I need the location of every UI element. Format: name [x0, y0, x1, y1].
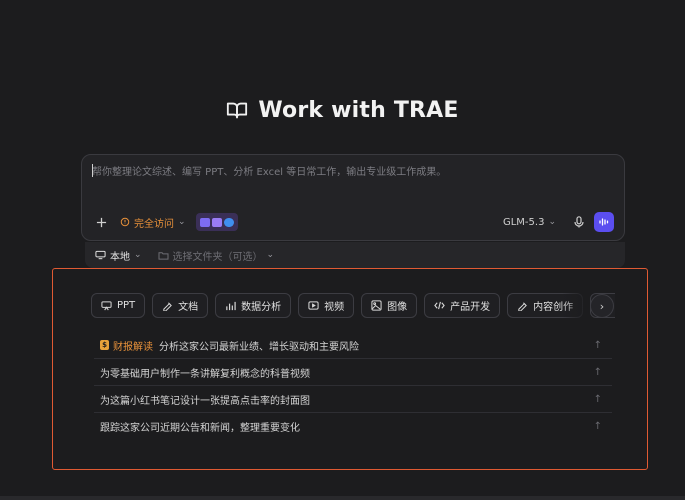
plus-icon — [96, 217, 106, 227]
send-button[interactable] — [594, 212, 614, 232]
chip-data-analysis[interactable]: 数据分析 — [215, 293, 292, 318]
text-caret — [92, 164, 93, 177]
finance-report-icon: $ — [100, 340, 109, 350]
model-label: GLM-5.3 — [502, 216, 545, 228]
add-attachment-button[interactable] — [92, 213, 110, 231]
suggestion-item[interactable]: 为这篇小红书笔记设计一张提高点击率的封面图 ↑ — [94, 386, 612, 413]
globe-icon — [223, 217, 234, 227]
local-mode-button[interactable]: 本地 ⌄ — [95, 248, 142, 263]
suggestion-item[interactable]: 跟踪这家公司近期公告和新闻，整理重要变化 ↑ — [94, 413, 612, 440]
hero: Work with TRAE — [0, 94, 685, 126]
book-open-icon — [227, 102, 248, 119]
microphone-button[interactable] — [572, 215, 586, 229]
composer: 完全访问 ⌄ GLM-5.3 ⌄ — [81, 154, 625, 241]
bar-chart-icon — [226, 301, 236, 311]
chevron-down-icon: ⌄ — [134, 250, 142, 260]
select-folder-button[interactable]: 选择文件夹（可选） ⌄ — [158, 248, 275, 263]
pen-icon — [518, 302, 528, 311]
category-chips: PPT 文档 数据分析 视频 图像 产品开发 内容创作 金 — [91, 293, 615, 318]
monitor-icon — [95, 250, 106, 260]
suggestion-text: 为这篇小红书笔记设计一张提高点击率的封面图 — [100, 395, 310, 407]
media-tools-button[interactable] — [195, 213, 238, 231]
suggestion-tag-label: 财报解读 — [113, 341, 153, 353]
model-selector[interactable]: GLM-5.3 ⌄ — [503, 217, 556, 228]
workspace-bar: 本地 ⌄ 选择文件夹（可选） ⌄ — [85, 242, 625, 268]
suggestion-text: 分析这家公司最新业绩、增长驱动和主要风险 — [159, 341, 359, 353]
chip-doc[interactable]: 文档 — [152, 293, 209, 318]
chip-label: 视频 — [324, 302, 345, 313]
chip-label: 文档 — [178, 302, 199, 313]
voice-wave-icon — [599, 218, 609, 226]
chevron-right-icon: › — [599, 299, 605, 313]
suggestion-item[interactable]: 为零基础用户制作一条讲解复利概念的科普视频 ↑ — [94, 359, 612, 386]
chip-label: 数据分析 — [241, 302, 282, 313]
chip-video[interactable]: 视频 — [298, 293, 355, 318]
access-mode-button[interactable]: 完全访问 ⌄ — [120, 215, 186, 230]
composer-toolbar: 完全访问 ⌄ GLM-5.3 ⌄ — [92, 211, 614, 233]
chips-fade — [562, 293, 590, 318]
image-gen-icon — [211, 217, 222, 227]
suggestion-tag: $ 财报解读 — [100, 338, 153, 353]
shield-warning-icon — [120, 217, 130, 227]
local-mode-label: 本地 — [110, 251, 130, 263]
access-mode-label: 完全访问 — [134, 218, 174, 230]
chips-next-button[interactable]: › — [590, 294, 614, 318]
slides-icon — [199, 217, 210, 227]
arrow-up-icon: ↑ — [593, 339, 602, 351]
suggestion-text: 为零基础用户制作一条讲解复利概念的科普视频 — [100, 368, 310, 380]
presentation-icon — [101, 301, 112, 311]
chip-label: 图像 — [387, 302, 408, 313]
suggestion-list: $ 财报解读 分析这家公司最新业绩、增长驱动和主要风险 ↑ 为零基础用户制作一条… — [94, 332, 612, 440]
chevron-down-icon: ⌄ — [548, 217, 556, 227]
microphone-icon — [574, 216, 584, 228]
chip-image[interactable]: 图像 — [361, 293, 418, 318]
chip-label: PPT — [117, 300, 136, 311]
prompt-input[interactable] — [92, 163, 612, 181]
chip-ppt[interactable]: PPT — [91, 293, 146, 318]
image-icon — [371, 300, 382, 311]
page: Work with TRAE 完全访问 ⌄ GLM-5.3 ⌄ — [0, 0, 685, 500]
video-icon — [308, 301, 319, 310]
chevron-down-icon: ⌄ — [266, 250, 275, 260]
bottom-divider — [0, 496, 685, 500]
chip-product-dev[interactable]: 产品开发 — [424, 293, 501, 318]
arrow-up-icon: ↑ — [593, 393, 602, 405]
chevron-down-icon: ⌄ — [178, 217, 186, 227]
page-title: Work with TRAE — [258, 97, 459, 123]
chip-label: 产品开发 — [450, 302, 491, 313]
doc-icon — [163, 302, 173, 311]
code-icon — [434, 301, 445, 310]
suggestion-text: 跟踪这家公司近期公告和新闻，整理重要变化 — [100, 423, 300, 434]
select-folder-label: 选择文件夹（可选） — [172, 251, 263, 263]
suggestion-item[interactable]: $ 财报解读 分析这家公司最新业绩、增长驱动和主要风险 ↑ — [94, 332, 612, 359]
folder-icon — [158, 251, 169, 260]
arrow-up-icon: ↑ — [593, 421, 602, 432]
arrow-up-icon: ↑ — [593, 366, 602, 378]
